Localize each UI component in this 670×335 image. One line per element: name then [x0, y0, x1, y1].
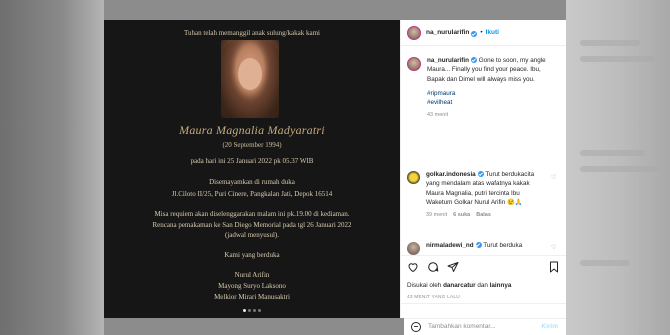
carousel-dot[interactable]: [253, 309, 256, 312]
add-comment-bar: [401, 303, 566, 318]
header-username[interactable]: na_nurularifin: [426, 29, 469, 36]
comment-text: Turut berduka: [481, 242, 523, 249]
hashtag-link[interactable]: #ripmaura: [427, 89, 559, 98]
post-caption: na_nurularifin Gone to soon, my angle Ma…: [407, 56, 559, 121]
comment-username[interactable]: golkar.indonesia: [426, 171, 476, 178]
verified-icon: [477, 171, 484, 177]
comment-input[interactable]: Tambahkan komentar...: [428, 323, 496, 330]
instagram-post: Tuhan telah memanggil anak sulung/kakak …: [104, 20, 566, 318]
memorial-death: pada hari ini 25 Januari 2022 pk 05.37 W…: [190, 157, 314, 165]
memorial-buried-2: Jl.Ciloto II/25, Puri Cinere, Pangkalan …: [171, 190, 333, 198]
carousel-dots: [104, 309, 400, 312]
memorial-buried-1: Disemayamkan di rumah duka: [209, 178, 295, 186]
action-bar: [401, 255, 566, 277]
avatar[interactable]: [407, 171, 420, 184]
blur-line: [580, 40, 640, 46]
add-comment-area: Tambahkan komentar... Kirim: [404, 318, 566, 335]
hashtag-link[interactable]: #evilheat: [427, 98, 559, 107]
likes-others[interactable]: lainnya: [490, 282, 512, 289]
heart-icon[interactable]: [407, 261, 419, 273]
likes-prefix: Disukai oleh: [407, 282, 444, 289]
emoji-icon[interactable]: [411, 322, 421, 332]
save-icon[interactable]: [548, 261, 560, 273]
memorial-intro: Tuhan telah memanggil anak sulung/kakak …: [183, 29, 321, 37]
avatar[interactable]: [407, 242, 420, 255]
verified-icon: [471, 30, 478, 37]
memorial-mass-3: (jadwal menyusul).: [224, 231, 280, 239]
comments-panel: na_nurularifin • Ikuti na_nurularifin Go…: [400, 20, 566, 318]
reply-button[interactable]: Balas: [476, 211, 491, 220]
likes-user[interactable]: danarcatur: [443, 282, 476, 289]
caption-time: 43 menit: [427, 112, 449, 119]
blur-line: [580, 150, 645, 156]
comment-likes[interactable]: 6 suka: [453, 211, 470, 220]
memorial-mass-1: Misa requiem akan diselenggarakan malam …: [154, 210, 350, 218]
memorial-signature-3: Melkior Mirari Manusaktri: [214, 293, 290, 301]
verified-icon: [471, 57, 477, 63]
post-time: 43 MENIT YANG LALU: [407, 295, 460, 300]
likes-summary[interactable]: Disukai oleh danarcatur dan lainnya: [407, 282, 511, 289]
post-comment-button[interactable]: Kirim: [541, 323, 558, 330]
heart-icon[interactable]: ♡: [551, 175, 557, 181]
memorial-mass-2: Rencana pemakaman ke San Diego Memorial …: [152, 221, 352, 229]
blur-line: [580, 260, 630, 266]
memorial-grief: Kami yang berduka: [224, 251, 280, 259]
memorial-birth: (20 September 1994): [222, 141, 282, 149]
memorial-name: Maura Magnalia Madyaratri: [179, 123, 325, 137]
avatar[interactable]: [407, 57, 421, 71]
blur-line: [580, 56, 655, 62]
comment-time: 39 menit: [426, 212, 448, 219]
carousel-dot[interactable]: [248, 309, 251, 312]
follow-button[interactable]: Ikuti: [486, 29, 499, 36]
share-icon[interactable]: [447, 261, 459, 273]
memorial-signature-1: Nurul Arifin: [234, 271, 270, 279]
verified-icon: [475, 242, 482, 248]
memorial-signature-2: Mayong Suryo Laksono: [218, 282, 286, 290]
header-separator: •: [480, 29, 483, 36]
portrait-photo: [221, 40, 279, 118]
portrait-face: [238, 58, 262, 90]
blurred-backdrop-right: [566, 0, 670, 335]
heart-icon[interactable]: ♡: [551, 245, 557, 251]
comment-username[interactable]: nirmaladewi_nd: [426, 242, 474, 249]
avatar[interactable]: [407, 25, 421, 40]
post-header: na_nurularifin • Ikuti: [401, 20, 566, 46]
blurred-backdrop-left: [0, 0, 104, 335]
comment-icon[interactable]: [427, 261, 439, 273]
comment-item: golkar.indonesia Turut berdukacita yang …: [407, 170, 559, 220]
carousel-dot[interactable]: [243, 309, 246, 312]
comment-item: nirmaladewi_nd Turut berduka ♡: [407, 241, 559, 255]
blur-line: [580, 166, 660, 172]
carousel-dot[interactable]: [258, 309, 261, 312]
likes-mid: dan: [475, 282, 490, 289]
post-image-memorial[interactable]: Tuhan telah memanggil anak sulung/kakak …: [104, 20, 400, 318]
caption-username[interactable]: na_nurularifin: [427, 57, 469, 64]
